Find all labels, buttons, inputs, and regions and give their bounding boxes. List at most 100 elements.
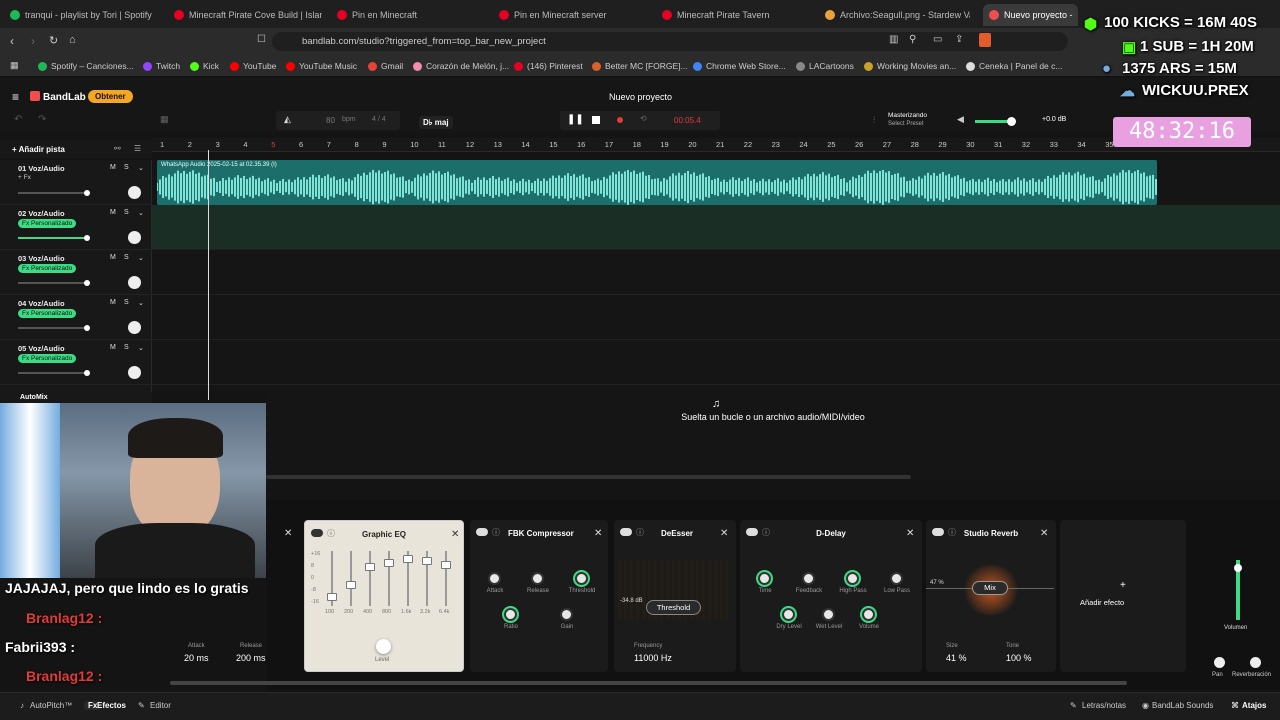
close-icon[interactable]: ✕ bbox=[594, 528, 602, 539]
bookmark-item[interactable]: Corazón de Melón, j... bbox=[413, 59, 509, 73]
grid-icon[interactable]: ▦ bbox=[160, 114, 169, 125]
url-input[interactable]: bandlab.com/studio?triggered_from=top_ba… bbox=[272, 32, 1068, 51]
eq-band-handle[interactable] bbox=[346, 581, 356, 589]
browser-tab[interactable]: Pin en Minecraft bbox=[337, 4, 477, 26]
eq-band-slider[interactable] bbox=[403, 551, 413, 606]
close-icon[interactable]: ✕ bbox=[284, 528, 292, 539]
eq-band-slider[interactable] bbox=[384, 551, 394, 606]
project-title[interactable]: Nuevo proyecto bbox=[609, 92, 672, 102]
pan-knob[interactable] bbox=[128, 321, 141, 334]
track-name[interactable]: 01 Voz/Audio bbox=[18, 164, 65, 173]
track-volume-slider[interactable] bbox=[18, 235, 90, 241]
power-toggle[interactable] bbox=[620, 528, 632, 536]
track-name[interactable]: 02 Voz/Audio bbox=[18, 209, 65, 218]
track-name[interactable]: 03 Voz/Audio bbox=[18, 254, 65, 263]
chevron-down-icon[interactable]: ⌄ bbox=[138, 344, 144, 352]
gain-knob[interactable] bbox=[560, 608, 573, 621]
slider-knob[interactable] bbox=[84, 190, 90, 196]
horizontal-scrollbar[interactable] bbox=[266, 475, 911, 479]
studio-reverb-device[interactable]: ⓘ Studio Reverb ✕ Mix 47 % Size 41 % Ton… bbox=[926, 520, 1056, 672]
graphic-eq-device[interactable]: ⓘ Graphic EQ ✕ 100 200 400 800 1.6k 3.2k 6.4k … bbox=[304, 520, 464, 672]
track-volume-slider[interactable] bbox=[18, 370, 90, 376]
bookmark-item[interactable]: Chrome Web Store... bbox=[693, 59, 786, 73]
atajos-button[interactable]: Atajos bbox=[1242, 701, 1266, 710]
obtener-button[interactable]: Obtener bbox=[88, 90, 133, 103]
pan-knob[interactable] bbox=[128, 366, 141, 379]
chevron-down-icon[interactable]: ⌄ bbox=[138, 299, 144, 307]
eq-band-handle[interactable] bbox=[365, 563, 375, 571]
tone-value[interactable]: 100 % bbox=[1006, 653, 1032, 663]
fbk-compressor-device[interactable]: ⓘ FBK Compressor ✕ Attack Release Thresh… bbox=[470, 520, 608, 672]
solo-button[interactable]: S bbox=[124, 164, 129, 171]
volume-fader-knob[interactable] bbox=[1234, 564, 1242, 572]
playhead[interactable] bbox=[208, 150, 209, 400]
track-row[interactable]: 01 Voz/Audio + Fx M S ⌄ bbox=[0, 160, 152, 205]
fx-scrollbar[interactable] bbox=[170, 681, 1127, 685]
mastering-title[interactable]: Masterizando bbox=[888, 112, 927, 119]
slider-knob[interactable] bbox=[84, 370, 90, 376]
bookmark-item[interactable]: Twitch bbox=[143, 59, 180, 73]
release-knob[interactable] bbox=[531, 572, 544, 585]
solo-button[interactable]: S bbox=[124, 254, 129, 261]
bookmark-item[interactable]: Better MC [FORGE]... bbox=[592, 59, 688, 73]
bookmark-item[interactable]: LACartoons bbox=[796, 59, 854, 73]
deesser-device[interactable]: ⓘ DeEsser ✕ -34.8 dB Threshold Frequency… bbox=[614, 520, 736, 672]
forward-icon[interactable]: › bbox=[31, 34, 35, 48]
track-name[interactable]: 04 Voz/Audio bbox=[18, 299, 65, 308]
key-selector[interactable]: D♭ maj bbox=[419, 116, 453, 129]
timeline-ruler[interactable]: 1 2 3 4 5 6 7 8 9 10 11 12 13 14 15 16 17 18 19 20 21 22 23 24 2… bbox=[152, 138, 1280, 152]
info-icon[interactable]: ⓘ bbox=[492, 527, 500, 538]
close-icon[interactable]: ✕ bbox=[906, 528, 914, 539]
loop-icon[interactable]: ⟲ bbox=[640, 114, 647, 123]
back-icon[interactable]: ‹ bbox=[10, 34, 14, 48]
undo-icon[interactable]: ↶ bbox=[14, 114, 22, 125]
bookmark-item[interactable]: Gmail bbox=[368, 59, 403, 73]
eq-band-handle[interactable] bbox=[384, 559, 394, 567]
chevron-down-icon[interactable]: ⌄ bbox=[138, 209, 144, 217]
browser-tab[interactable]: tranqui - playlist by Tori | Spotify bbox=[10, 4, 160, 26]
eq-band-slider[interactable] bbox=[441, 551, 451, 606]
efectos-tab[interactable]: Efectos bbox=[97, 701, 126, 710]
wet-level-knob[interactable] bbox=[822, 608, 835, 621]
frequency-value[interactable]: 11000 Hz bbox=[634, 653, 672, 663]
bpm-value[interactable]: 80 bbox=[326, 116, 335, 125]
add-fx-button[interactable]: + Fx bbox=[18, 174, 31, 181]
pan-knob[interactable] bbox=[128, 186, 141, 199]
ratio-knob[interactable] bbox=[504, 608, 517, 621]
mute-button[interactable]: M bbox=[110, 164, 116, 171]
apps-icon[interactable]: ▦ bbox=[10, 60, 19, 71]
audio-clip[interactable]: WhatsApp Audio 2025-02-15 at 02.35.39 (I… bbox=[157, 160, 1157, 205]
automix-label[interactable]: AutoMix bbox=[20, 394, 48, 401]
pan-knob[interactable] bbox=[1214, 657, 1225, 668]
stop-icon[interactable] bbox=[592, 116, 600, 124]
browser-tab[interactable]: Archivo:Seagull.png - Stardew Valley bbox=[825, 4, 970, 26]
eq-band-slider[interactable] bbox=[365, 551, 375, 606]
track-lane[interactable] bbox=[152, 205, 1280, 250]
track-row[interactable]: 03 Voz/Audio Fx Personalizado M S ⌄ bbox=[0, 250, 152, 295]
volume-meter[interactable] bbox=[1234, 560, 1242, 620]
close-icon[interactable]: ✕ bbox=[451, 529, 459, 540]
solo-button[interactable]: S bbox=[124, 299, 129, 306]
editor-tab[interactable]: Editor bbox=[150, 701, 171, 710]
browser-tab[interactable]: Minecraft Pirate Tavern bbox=[662, 4, 802, 26]
fx-badge[interactable]: Fx Personalizado bbox=[18, 354, 77, 363]
track-row[interactable]: 04 Voz/Audio Fx Personalizado M S ⌄ bbox=[0, 295, 152, 340]
track-lane[interactable] bbox=[152, 250, 1280, 295]
reader-icon[interactable]: ▥ bbox=[889, 34, 898, 45]
eq-band-slider[interactable] bbox=[346, 551, 356, 606]
slider-knob[interactable] bbox=[84, 325, 90, 331]
bookmark-icon[interactable]: ☐ bbox=[257, 34, 266, 45]
eq-band-handle[interactable] bbox=[403, 555, 413, 563]
close-icon[interactable]: ✕ bbox=[720, 528, 728, 539]
mute-button[interactable]: M bbox=[110, 344, 116, 351]
mix-pill[interactable]: Mix bbox=[972, 581, 1008, 595]
mastering-preset[interactable]: Select Preset bbox=[888, 121, 924, 127]
threshold-pill[interactable]: Threshold bbox=[646, 600, 701, 615]
pause-icon[interactable]: ❚❚ bbox=[567, 114, 584, 125]
volume-knob[interactable] bbox=[862, 608, 875, 621]
bookmark-item[interactable]: Kick bbox=[190, 59, 219, 73]
time-signature[interactable]: 4 / 4 bbox=[372, 116, 386, 123]
volume-knob[interactable] bbox=[1007, 117, 1016, 126]
list-icon[interactable]: ☰ bbox=[134, 144, 141, 153]
pan-knob[interactable] bbox=[128, 276, 141, 289]
